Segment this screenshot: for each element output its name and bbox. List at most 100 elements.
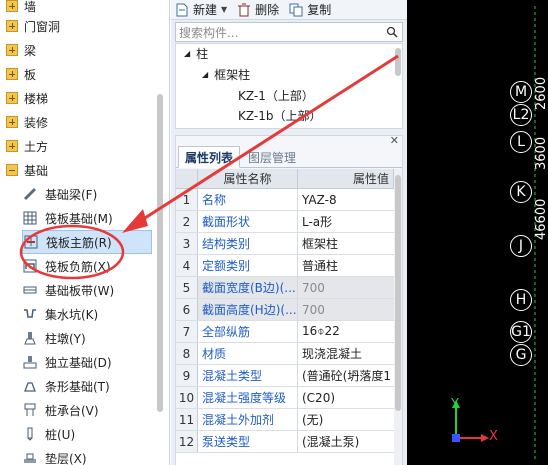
pile-icon: [22, 426, 38, 442]
row-number: 7: [176, 321, 198, 342]
property-value[interactable]: 普通柱: [298, 255, 394, 276]
dimension-text: 3600: [534, 137, 548, 170]
property-value[interactable]: YAZ-8: [298, 189, 394, 210]
tree-item-column-pier[interactable]: 柱墩(Y): [22, 326, 152, 350]
search-icon[interactable]: [386, 26, 398, 41]
expand-icon[interactable]: [6, 140, 18, 152]
copy-button[interactable]: 复制: [289, 1, 331, 18]
item-label: 筏板主筋(R): [46, 235, 112, 250]
tree-item-raft-negative-rebar[interactable]: 筏板负筋(X): [22, 254, 152, 278]
property-value[interactable]: 现浇混凝土: [298, 343, 394, 364]
property-value[interactable]: (无): [298, 409, 394, 430]
property-row[interactable]: 7 全部纵筋 16⌽22: [176, 321, 394, 343]
expand-icon[interactable]: [6, 0, 18, 12]
row-number: 8: [176, 343, 198, 364]
property-value[interactable]: (混凝土泵): [298, 431, 394, 452]
tree-category-foundation[interactable]: 基础: [6, 158, 48, 182]
tree-scrollbar[interactable]: [395, 48, 401, 76]
tree-item-cushion[interactable]: 垫层(X): [22, 446, 152, 465]
chevron-down-icon[interactable]: ▼: [221, 5, 227, 14]
property-row[interactable]: 11 混凝土外加剂 (无): [176, 409, 394, 431]
property-row[interactable]: 8 材质 现浇混凝土: [176, 343, 394, 365]
expand-icon[interactable]: [6, 20, 18, 32]
property-value[interactable]: (普通砼(坍落度1: [298, 365, 394, 386]
tree-item-strip-footing[interactable]: 条形基础(T): [22, 374, 152, 398]
delete-icon: [237, 3, 251, 17]
property-row[interactable]: 6 截面高度(H边)(... 700: [176, 299, 394, 321]
tree-node-kz1b[interactable]: KZ-1b（上部）: [238, 106, 321, 124]
tree-node-label: 框架柱: [214, 67, 251, 82]
tree-category-beam[interactable]: 梁: [6, 38, 36, 62]
property-name: 截面形状: [198, 211, 298, 232]
tree-item-isolated-footing[interactable]: 独立基础(D): [22, 350, 152, 374]
property-panel: ✕ 属性列表 图层管理 属性名称 属性值 1 名称 YAZ-8 2 截面形状 L-a形 3 结…: [175, 134, 403, 465]
rebar-neg-icon: [22, 258, 38, 274]
property-row[interactable]: 5 截面宽度(B边)(... 700: [176, 277, 394, 299]
item-label: 筏板负筋(X): [45, 259, 111, 274]
expand-icon[interactable]: [6, 92, 18, 104]
tree-node-column[interactable]: ◢ 柱: [184, 44, 208, 62]
tree-item-raft-foundation[interactable]: 筏板基础(M): [22, 206, 152, 230]
collapse-triangle-icon[interactable]: ◢: [184, 49, 190, 58]
search-input[interactable]: 搜索构件...: [175, 22, 403, 42]
tree-node-label: KZ-1（上部）: [238, 88, 314, 103]
collapse-triangle-icon[interactable]: ◢: [202, 70, 208, 79]
tree-category-earthwork[interactable]: 土方: [6, 134, 48, 158]
scroll-thumb[interactable]: [395, 175, 401, 411]
property-value[interactable]: 框架柱: [298, 233, 394, 254]
property-row[interactable]: 10 混凝土强度等级 (C20): [176, 387, 394, 409]
tree-node-frame-column[interactable]: ◢ 框架柱: [202, 65, 250, 83]
left-scrollbar[interactable]: [157, 94, 163, 412]
property-value[interactable]: 700: [298, 277, 394, 298]
row-number: 12: [176, 431, 198, 452]
grid-icon: [22, 210, 38, 226]
tab-layer-management[interactable]: 图层管理: [242, 146, 302, 168]
property-row[interactable]: 9 混凝土类型 (普通砼(坍落度1: [176, 365, 394, 387]
delete-button[interactable]: 删除: [237, 1, 279, 18]
property-row[interactable]: 4 定额类别 普通柱: [176, 255, 394, 277]
new-button[interactable]: 新建 ▼: [175, 1, 227, 18]
property-row[interactable]: 1 名称 YAZ-8: [176, 189, 394, 211]
expand-icon[interactable]: [6, 116, 18, 128]
row-number: 11: [176, 409, 198, 430]
property-value[interactable]: L-a形: [298, 211, 394, 232]
property-row[interactable]: 12 泵送类型 (混凝土泵): [176, 431, 394, 453]
row-number: 4: [176, 255, 198, 276]
tree-category-slab[interactable]: 板: [6, 62, 36, 86]
strip-icon: [22, 282, 38, 298]
property-name: 定额类别: [198, 255, 298, 276]
category-label: 土方: [24, 139, 49, 154]
tree-category-stairs[interactable]: 楼梯: [6, 86, 48, 110]
collapse-icon[interactable]: [6, 164, 18, 176]
tree-item-sump-pit[interactable]: 集水坑(K): [22, 302, 152, 326]
category-label: 装修: [24, 115, 49, 130]
dimension-value: 46600: [534, 198, 548, 240]
row-number: 1: [176, 189, 198, 210]
tree-node-kz1[interactable]: KZ-1（上部）: [238, 86, 314, 104]
strip-footing-icon: [22, 378, 38, 394]
tree-item-pile-cap[interactable]: 桩承台(V): [22, 398, 152, 422]
tab-property-list[interactable]: 属性列表: [178, 146, 241, 168]
dimension-text: 2600: [534, 77, 548, 110]
tree-item-raft-main-rebar[interactable]: 筏板主筋(R): [22, 230, 152, 254]
category-label: 板: [24, 67, 37, 82]
tree-item-pile[interactable]: 桩(U): [22, 422, 152, 446]
property-row[interactable]: 2 截面形状 L-a形: [176, 211, 394, 233]
axis-label-g: G: [510, 344, 532, 366]
axis-label-j: J: [510, 235, 532, 257]
drawing-canvas[interactable]: M L2 L K J H G1 G 46600 3600 2600 Y X: [407, 0, 548, 465]
expand-icon[interactable]: [6, 68, 18, 80]
new-button-label: 新建: [193, 3, 218, 17]
tree-item-foundation-beam[interactable]: 基础梁(F): [22, 182, 152, 206]
tree-category-finish[interactable]: 装修: [6, 110, 48, 134]
property-value[interactable]: 16⌽22: [298, 321, 394, 342]
tree-item-foundation-strip[interactable]: 基础板带(W): [22, 278, 152, 302]
property-value[interactable]: (C20): [298, 387, 394, 408]
col-header-name: 属性名称: [198, 169, 298, 189]
property-value[interactable]: 700: [298, 299, 394, 320]
expand-icon[interactable]: [6, 44, 18, 56]
property-row[interactable]: 3 结构类别 框架柱: [176, 233, 394, 255]
property-scrollbar[interactable]: [394, 169, 402, 465]
item-label: 条形基础(T): [45, 379, 110, 394]
tree-category-opening[interactable]: 门窗洞: [6, 14, 60, 38]
